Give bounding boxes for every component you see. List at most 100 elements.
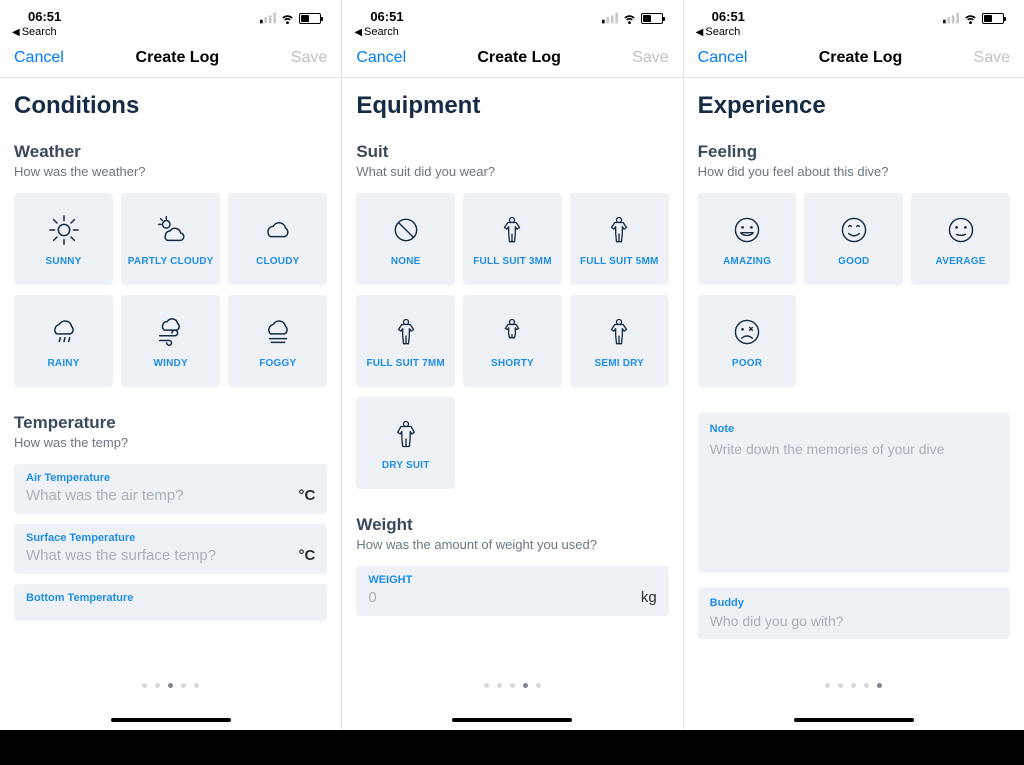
feeling-tile-poor[interactable]: POOR xyxy=(698,295,797,387)
page-dots xyxy=(0,683,341,688)
back-search[interactable]: ◀Search xyxy=(342,24,682,38)
section-weight: Weight How was the amount of weight you … xyxy=(356,515,668,616)
status-time: 06:51 xyxy=(28,9,61,24)
feeling-tile-average[interactable]: AVERAGE xyxy=(911,193,1010,285)
status-right xyxy=(260,12,321,24)
status-bar: 06:51 xyxy=(0,4,341,24)
tile-label: WINDY xyxy=(153,358,187,369)
note-field[interactable]: Note Write down the memories of your div… xyxy=(698,413,1010,573)
cancel-button[interactable]: Cancel xyxy=(14,49,64,67)
back-label: Search xyxy=(364,26,399,38)
screen-equipment: 06:51 ◀Search Cancel Create Log Save Equ… xyxy=(341,0,682,730)
good-icon xyxy=(836,212,872,248)
save-button[interactable]: Save xyxy=(291,49,327,67)
field-label: Note xyxy=(710,423,998,435)
weather-tile-rainy[interactable]: RAINY xyxy=(14,295,113,387)
section-temperature: Temperature How was the temp? Air Temper… xyxy=(14,413,327,621)
status-time: 06:51 xyxy=(370,9,403,24)
screen-conditions: 06:51 ◀Search Cancel Create Log Save Con… xyxy=(0,0,341,730)
signal-icon xyxy=(602,12,618,24)
back-label: Search xyxy=(705,26,740,38)
field-unit: kg xyxy=(641,589,657,606)
field-label: Buddy xyxy=(710,597,998,609)
shorty-icon xyxy=(494,314,530,350)
field-placeholder: Write down the memories of your dive xyxy=(710,441,998,457)
battery-icon xyxy=(641,13,663,24)
back-search[interactable]: ◀Search xyxy=(684,24,1024,38)
section-subtitle: How was the temp? xyxy=(14,435,327,450)
field-placeholder: What was the surface temp? xyxy=(26,547,216,564)
weather-tile-cloudy[interactable]: CLOUDY xyxy=(228,193,327,285)
tile-label: FULL SUIT 7MM xyxy=(366,358,445,369)
cancel-button[interactable]: Cancel xyxy=(698,49,748,67)
wifi-icon xyxy=(280,12,295,24)
status-right xyxy=(602,12,663,24)
buddy-field[interactable]: Buddy Who did you go with? xyxy=(698,587,1010,639)
back-chevron-icon: ◀ xyxy=(354,27,362,38)
section-title: Weather xyxy=(14,142,327,162)
feeling-tile-good[interactable]: GOOD xyxy=(804,193,903,285)
field-unit: °C xyxy=(298,547,315,564)
screen-experience: 06:51 ◀Search Cancel Create Log Save Exp… xyxy=(683,0,1024,730)
nav-bar: Cancel Create Log Save xyxy=(684,38,1024,78)
page-title: Equipment xyxy=(356,92,668,120)
tile-label: RAINY xyxy=(47,358,79,369)
tile-label: SHORTY xyxy=(491,358,534,369)
air-temp-field[interactable]: Air Temperature What was the air temp? °… xyxy=(14,464,327,514)
save-button[interactable]: Save xyxy=(632,49,668,67)
status-right xyxy=(943,12,1004,24)
section-title: Feeling xyxy=(698,142,1010,162)
back-chevron-icon: ◀ xyxy=(12,27,20,38)
suit-tile-none[interactable]: NONE xyxy=(356,193,455,285)
signal-icon xyxy=(943,12,959,24)
tile-label: GOOD xyxy=(838,256,869,267)
signal-icon xyxy=(260,12,276,24)
nav-title: Create Log xyxy=(477,49,561,67)
field-unit: °C xyxy=(298,487,315,504)
status-bar: 06:51 xyxy=(342,4,682,24)
back-label: Search xyxy=(22,26,57,38)
weight-field[interactable]: WEIGHT 0 kg xyxy=(356,566,668,616)
suit-tile-shorty[interactable]: SHORTY xyxy=(463,295,562,387)
weather-tile-sunny[interactable]: SUNNY xyxy=(14,193,113,285)
page-dots xyxy=(342,683,682,688)
weather-tile-partly-cloudy[interactable]: PARTLY CLOUDY xyxy=(121,193,220,285)
surface-temp-field[interactable]: Surface Temperature What was the surface… xyxy=(14,524,327,574)
back-search[interactable]: ◀Search xyxy=(0,24,341,38)
weather-tile-windy[interactable]: WINDY xyxy=(121,295,220,387)
weather-tile-foggy[interactable]: FOGGY xyxy=(228,295,327,387)
wetsuit-icon xyxy=(388,314,424,350)
bottom-temp-field[interactable]: Bottom Temperature xyxy=(14,584,327,621)
rain-icon xyxy=(46,314,82,350)
feeling-tile-amazing[interactable]: AMAZING xyxy=(698,193,797,285)
section-subtitle: How did you feel about this dive? xyxy=(698,164,1010,179)
cancel-button[interactable]: Cancel xyxy=(356,49,406,67)
save-button[interactable]: Save xyxy=(974,49,1010,67)
home-indicator[interactable] xyxy=(111,718,231,722)
tile-label: POOR xyxy=(732,358,762,369)
suit-tile-drysuit[interactable]: DRY SUIT xyxy=(356,397,455,489)
suit-tile-5mm[interactable]: FULL SUIT 5MM xyxy=(570,193,669,285)
suit-tile-7mm[interactable]: FULL SUIT 7MM xyxy=(356,295,455,387)
status-time: 06:51 xyxy=(712,9,745,24)
wifi-icon xyxy=(622,12,637,24)
section-subtitle: How was the weather? xyxy=(14,164,327,179)
nav-bar: Cancel Create Log Save xyxy=(342,38,682,78)
home-indicator[interactable] xyxy=(794,718,914,722)
cloud-icon xyxy=(260,212,296,248)
nav-bar: Cancel Create Log Save xyxy=(0,38,341,78)
home-indicator[interactable] xyxy=(452,718,572,722)
section-suit: Suit What suit did you wear? NONE FULL S… xyxy=(356,142,668,489)
section-subtitle: What suit did you wear? xyxy=(356,164,668,179)
nav-title: Create Log xyxy=(136,49,220,67)
suit-tile-semidry[interactable]: SEMI DRY xyxy=(570,295,669,387)
tile-label: AMAZING xyxy=(723,256,771,267)
tile-label: CLOUDY xyxy=(256,256,299,267)
tile-label: FULL SUIT 3MM xyxy=(473,256,552,267)
tile-label: NONE xyxy=(391,256,421,267)
battery-icon xyxy=(299,13,321,24)
section-title: Weight xyxy=(356,515,668,535)
tile-label: FULL SUIT 5MM xyxy=(580,256,659,267)
suit-tile-3mm[interactable]: FULL SUIT 3MM xyxy=(463,193,562,285)
tile-label: SEMI DRY xyxy=(594,358,644,369)
